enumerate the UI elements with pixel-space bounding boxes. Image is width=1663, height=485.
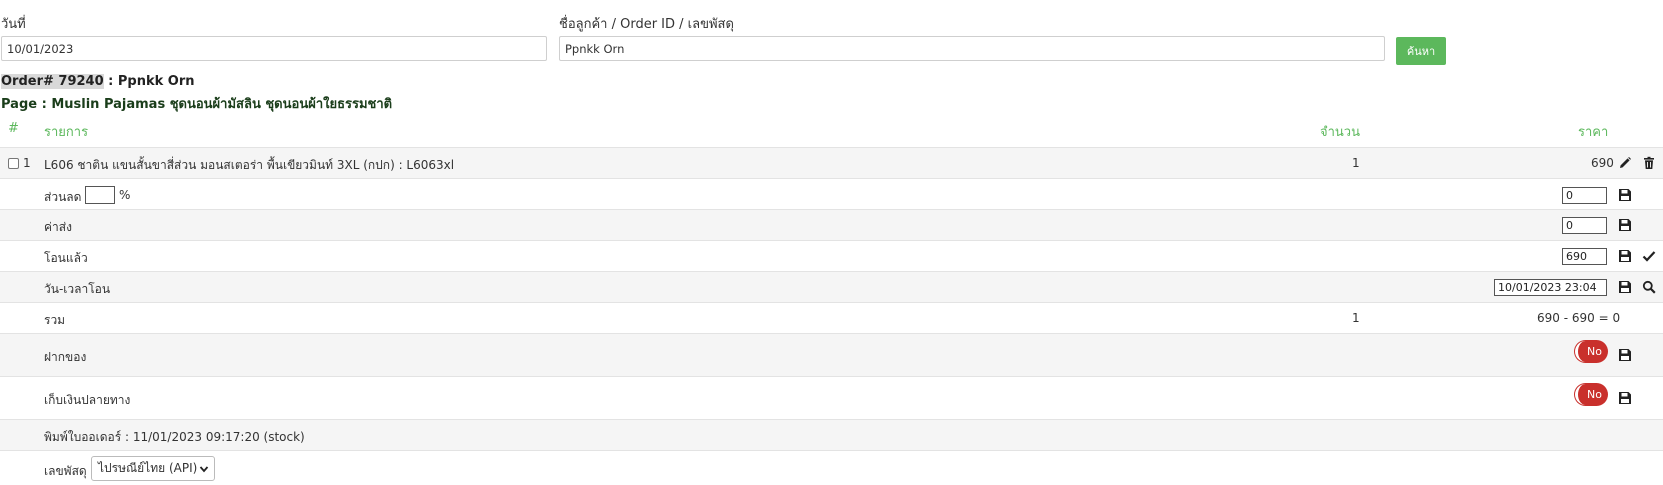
deposit-label: ฝากของ: [44, 350, 87, 364]
carrier-select-value: ไปรษณีย์ไทย (API): [98, 461, 198, 475]
trash-icon[interactable]: [1642, 156, 1656, 170]
discount-unit: %: [119, 188, 131, 202]
save-icon[interactable]: [1618, 218, 1632, 232]
order-id: Order# 79240: [1, 74, 104, 89]
date-label: วันที่: [1, 17, 26, 32]
save-icon[interactable]: [1618, 280, 1632, 294]
search-button[interactable]: ค้นหา: [1396, 37, 1446, 65]
item-price: 690: [1591, 156, 1614, 170]
table-row-item: 1 L606 ชาติน แขนสั้นขาสี่ส่วน มอนสเตอร่า…: [0, 147, 1663, 178]
save-icon[interactable]: [1618, 348, 1632, 362]
cod-label: เก็บเงินปลายทาง: [44, 393, 131, 407]
discount-percent-input[interactable]: [85, 186, 115, 204]
cod-toggle[interactable]: No: [1575, 384, 1607, 405]
item-index: 1: [23, 156, 31, 170]
table-row-tracking: เลขพัสดุ ไปรษณีย์ไทย (API): [0, 450, 1663, 485]
table-row-printed: พิมพ์ใบออเดอร์ : 11/01/2023 09:17:20 (st…: [0, 419, 1663, 450]
shipping-label: ค่าส่ง: [44, 220, 72, 234]
table-row-cod: เก็บเงินปลายทาง No: [0, 376, 1663, 419]
item-checkbox[interactable]: [8, 158, 19, 169]
header-num: #: [8, 121, 19, 136]
table-row-deposit: ฝากของ No: [0, 333, 1663, 376]
item-qty: 1: [1352, 156, 1360, 170]
transferred-label: โอนแล้ว: [44, 251, 88, 265]
item-name: L606 ชาติน แขนสั้นขาสี่ส่วน มอนสเตอร่า พ…: [44, 158, 455, 172]
table-row-transferred: โอนแล้ว: [0, 240, 1663, 271]
table-row-discount: ส่วนลด %: [0, 178, 1663, 209]
table-row-shipping: ค่าส่ง: [0, 209, 1663, 240]
carrier-select[interactable]: ไปรษณีย์ไทย (API): [91, 456, 215, 481]
save-icon[interactable]: [1618, 249, 1632, 263]
customer-search-input[interactable]: [559, 36, 1385, 61]
total-qty: 1: [1352, 311, 1360, 325]
order-customer: : Ppnkk Orn: [103, 74, 195, 89]
transfer-time-input[interactable]: [1494, 279, 1607, 296]
discount-label: ส่วนลด: [44, 190, 82, 204]
transfer-time-label: วัน-เวลาโอน: [44, 282, 111, 296]
total-value: 690 - 690 = 0: [1537, 311, 1621, 325]
save-icon[interactable]: [1618, 188, 1632, 202]
shipping-input[interactable]: [1562, 217, 1607, 234]
table-row-total: รวม 1 690 - 690 = 0: [0, 302, 1663, 333]
chevron-down-icon: [199, 463, 209, 477]
total-label: รวม: [44, 313, 66, 327]
discount-amount-input[interactable]: [1562, 187, 1607, 204]
header-price: ราคา: [1578, 125, 1609, 140]
page-line: Page : Muslin Pajamas ชุดนอนผ้ามัสลิน ชุ…: [1, 97, 393, 112]
order-title: Order# 79240 : Ppnkk Orn: [1, 74, 195, 89]
transferred-input[interactable]: [1562, 248, 1607, 265]
search-icon[interactable]: [1642, 280, 1656, 294]
deposit-toggle[interactable]: No: [1575, 341, 1607, 362]
customer-label: ชื่อลูกค้า / Order ID / เลขพัสดุ: [559, 17, 734, 32]
save-icon[interactable]: [1618, 391, 1632, 405]
date-input[interactable]: [1, 36, 547, 61]
pencil-icon[interactable]: [1618, 156, 1632, 170]
header-item: รายการ: [44, 125, 89, 140]
tracking-label: เลขพัสดุ: [44, 464, 87, 478]
header-qty: จำนวน: [1320, 125, 1360, 140]
printed-info: พิมพ์ใบออเดอร์ : 11/01/2023 09:17:20 (st…: [44, 430, 305, 444]
check-icon[interactable]: [1642, 249, 1656, 263]
table-row-transfer-time: วัน-เวลาโอน: [0, 271, 1663, 302]
